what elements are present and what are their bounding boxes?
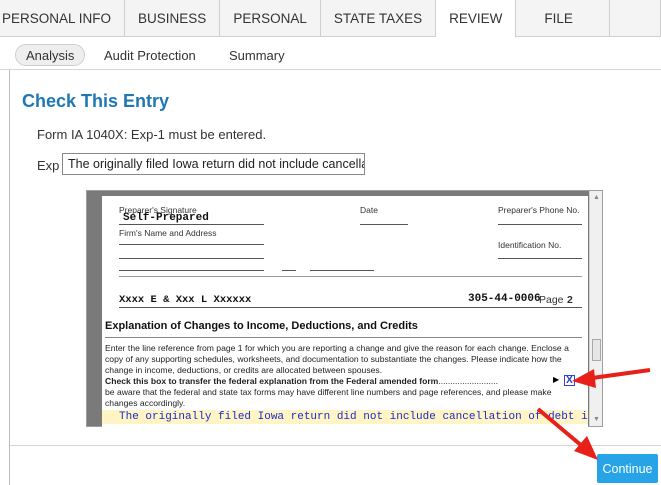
identification-label: Identification No. xyxy=(498,240,562,250)
rule xyxy=(119,244,264,245)
rule xyxy=(282,270,296,271)
rule xyxy=(310,270,374,271)
form-viewer[interactable]: Preparer's Signature Self-Prepared Date … xyxy=(86,190,603,427)
subtab-analysis[interactable]: Analysis xyxy=(15,44,86,66)
rule xyxy=(119,276,582,277)
nav-spacer xyxy=(610,0,661,36)
subtab-summary[interactable]: Summary xyxy=(229,44,285,66)
rule xyxy=(498,258,582,259)
scroll-up-icon[interactable]: ▲ xyxy=(593,194,600,201)
page-label: Page xyxy=(539,294,564,306)
error-message: Form IA 1040X: Exp-1 must be entered. xyxy=(37,127,267,142)
instructions-paragraph: Enter the line reference from page 1 for… xyxy=(105,343,575,409)
page-title: Check This Entry xyxy=(22,91,170,111)
tab-file[interactable]: FILE xyxy=(516,0,610,37)
preparer-signature-value: Self-Prepared xyxy=(123,212,209,224)
tab-business[interactable]: BUSINESS xyxy=(125,0,221,37)
tab-state-taxes[interactable]: STATE TAXES xyxy=(321,0,437,37)
scrollbar-thumb[interactable] xyxy=(592,339,601,361)
viewer-scrollbar[interactable]: ▲ ▼ xyxy=(589,191,602,426)
pointer-triangle-icon: ▶ xyxy=(553,375,560,384)
page-number: 2 xyxy=(567,294,573,306)
firm-label: Firm's Name and Address xyxy=(119,228,217,238)
rule xyxy=(360,224,408,225)
phone-label: Preparer's Phone No. xyxy=(498,205,580,215)
instructions-text: Enter the line reference from page 1 for… xyxy=(105,343,569,375)
exp-label: Exp xyxy=(37,158,60,173)
transfer-checkbox-label: Check this box to transfer the federal e… xyxy=(105,376,439,386)
tab-personal-info[interactable]: PERSONAL INFO xyxy=(0,0,126,37)
content-left-border xyxy=(9,70,10,485)
sub-navigation: Analysis Audit Protection Summary xyxy=(0,37,661,70)
form-page: Preparer's Signature Self-Prepared Date … xyxy=(102,196,588,427)
instructions-text-2: be aware that the federal and state tax … xyxy=(105,387,552,408)
leader-dots: ......................... xyxy=(438,376,499,386)
footer-divider xyxy=(10,445,661,446)
subtab-audit-protection[interactable]: Audit Protection xyxy=(104,44,196,66)
tab-personal[interactable]: PERSONAL xyxy=(220,0,321,37)
ssn-value: 305-44-0006 xyxy=(468,293,541,305)
rule xyxy=(119,258,264,259)
exp-input[interactable]: The originally filed Iowa return did not… xyxy=(62,153,365,175)
scroll-down-icon[interactable]: ▼ xyxy=(593,416,600,423)
top-navigation: PERSONAL INFO BUSINESS PERSONAL STATE TA… xyxy=(0,0,661,38)
rule xyxy=(498,224,582,225)
transfer-federal-explanation-checkbox[interactable]: X xyxy=(564,375,575,386)
explanation-heading: Explanation of Changes to Income, Deduct… xyxy=(105,320,418,332)
tab-review[interactable]: REVIEW xyxy=(436,0,517,38)
rule xyxy=(119,307,582,308)
explanation-text[interactable]: The originally filed Iowa return did not… xyxy=(119,411,588,423)
rule xyxy=(105,337,582,338)
taxpayer-name: Xxxx E & Xxx L Xxxxxx xyxy=(119,294,252,306)
rule xyxy=(119,224,264,225)
date-label: Date xyxy=(360,205,378,215)
rule xyxy=(119,270,264,271)
continue-button[interactable]: Continue xyxy=(597,454,658,483)
